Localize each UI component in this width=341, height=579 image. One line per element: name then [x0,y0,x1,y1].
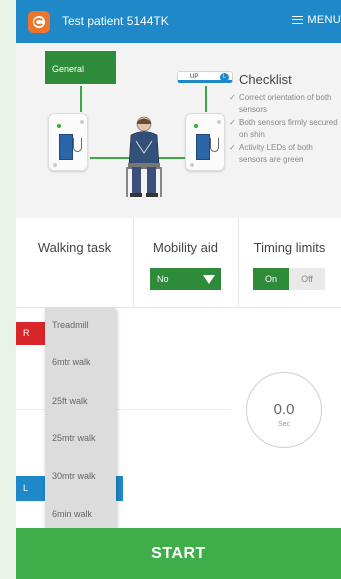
screw-icon [190,163,194,167]
menu-label: MENU [307,14,341,26]
dropdown-option-6min-walk[interactable]: 6min walk [52,509,92,519]
timing-limits-toggle[interactable]: On Off [253,268,325,290]
menu-button[interactable]: MENU [292,14,341,26]
screw-icon [53,163,57,167]
start-button[interactable]: START [16,528,341,579]
walking-task-select[interactable]: General [45,51,116,84]
dropdown-option-treadmill[interactable]: Treadmill [52,320,89,330]
hamburger-icon [292,16,304,24]
app-logo-icon [28,11,50,33]
options-row: Walking task Mobility aid Timing limits … [16,218,341,308]
sensor-device-right [48,113,88,171]
mobility-aid-value: No [157,274,169,284]
sensor-device-left [185,113,225,171]
walking-task-section: Walking task [16,218,133,308]
dropdown-option-25ft-walk[interactable]: 25ft walk [52,396,88,406]
dropdown-option-30mtr-walk[interactable]: 30mtr walk [52,471,96,481]
checklist-title: Checklist [239,72,292,87]
left-sensor-label: L [23,483,29,493]
screw-icon [217,120,221,124]
timing-on-button[interactable]: On [253,268,289,290]
sensor-clip [210,138,219,152]
timer-display: 0.0 Sec [246,372,322,448]
sensor-clip [73,138,82,152]
timing-limits-section: Timing limits [238,218,341,308]
connector-line [205,86,207,112]
strap-badge-l: L [220,73,229,82]
dropdown-arrow-icon [203,275,215,284]
checklist-item: Both sensors firmly secured on shin [229,117,341,141]
checklist-item: Correct orientation of both sensors [229,92,341,116]
dropdown-option-6mtr-walk[interactable]: 6mtr walk [52,357,91,367]
mobility-aid-section: Mobility aid [133,218,238,308]
seated-person-icon [126,116,162,197]
timer-value: 0.0 [273,401,295,418]
walking-task-value: General [52,64,85,74]
checklist: Correct orientation of both sensors Both… [229,92,341,167]
connector-line [80,86,82,112]
activity-led-icon [194,124,198,128]
patient-title: Test patient 5144TK [62,14,169,28]
activity-led-icon [57,124,61,128]
walking-task-dropdown: Treadmill 6mtr walk 25ft walk 25mtr walk… [45,308,116,532]
strap-label-up: UP [190,74,199,80]
timing-limits-label: Timing limits [253,240,326,255]
walking-task-label: Walking task [37,240,112,255]
app-window: Test patient 5144TK MENU R UP UP L [16,0,341,579]
left-leg-strap: UP L [177,71,233,83]
right-sensor-label: R [23,328,30,338]
sensor-window [196,134,210,160]
dropdown-option-25mtr-walk[interactable]: 25mtr walk [52,433,96,443]
app-header: Test patient 5144TK MENU [16,0,341,43]
sensor-window [59,134,73,160]
screw-icon [80,120,84,124]
mobility-aid-select[interactable]: No [150,268,221,290]
timer-unit: Sec [277,421,291,428]
checklist-item: Activity LEDs of both sensors are green [229,142,341,166]
timing-off-button[interactable]: Off [289,268,325,290]
mobility-aid-label: Mobility aid [152,240,219,255]
